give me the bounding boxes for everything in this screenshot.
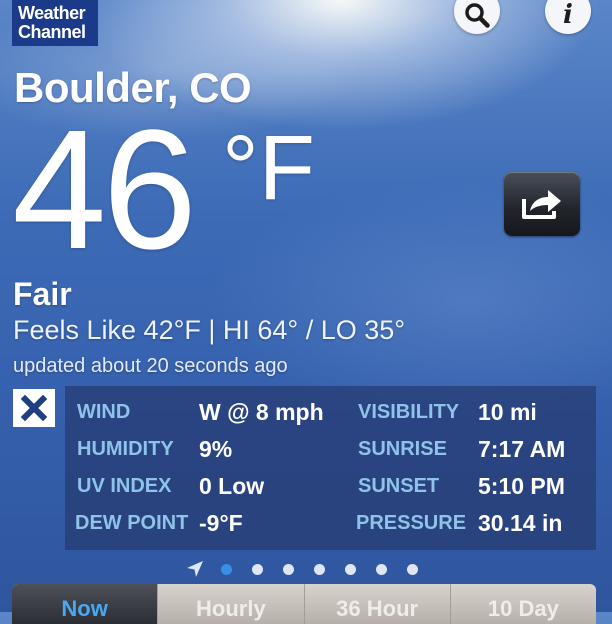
- detail-value-humidity: 9%: [199, 436, 233, 462]
- temperature-unit: °F: [222, 117, 315, 219]
- detail-value-sunset: 5:10 PM: [478, 473, 565, 499]
- feels-like-hi-lo: Feels Like 42°F | HI 64° / LO 35°: [13, 315, 406, 345]
- detail-label-pressure: PRESSURE: [356, 512, 467, 534]
- detail-value-pressure: 30.14 in: [478, 510, 563, 536]
- detail-label-uv-index: UV INDEX: [77, 475, 172, 497]
- search-button[interactable]: [454, 0, 500, 34]
- detail-label-humidity: HUMIDITY: [77, 438, 174, 460]
- page-indicator[interactable]: [186, 558, 438, 580]
- location-arrow-icon: [186, 560, 204, 578]
- tab-now[interactable]: Now: [12, 584, 159, 624]
- tab-36-hour[interactable]: 36 Hour: [305, 584, 451, 624]
- details-row: UV INDEX 0 Low SUNSET 5:10 PM: [65, 470, 596, 507]
- tab-10-day[interactable]: 10 Day: [451, 584, 596, 624]
- detail-label-visibility: VISIBILITY: [358, 401, 460, 423]
- details-panel: WIND W @ 8 mph VISIBILITY 10 mi HUMIDITY…: [65, 386, 596, 550]
- search-icon: [464, 2, 490, 28]
- forecast-tab-bar: Now Hourly 36 Hour 10 Day: [12, 584, 596, 624]
- page-dot[interactable]: [314, 563, 325, 575]
- info-icon: i: [563, 0, 573, 30]
- page-dot[interactable]: [345, 563, 356, 575]
- detail-label-sunrise: SUNRISE: [358, 438, 447, 460]
- close-details-button[interactable]: [13, 389, 55, 427]
- detail-value-dew-point: -9°F: [199, 510, 243, 536]
- updated-timestamp: updated about 20 seconds ago: [13, 355, 288, 377]
- detail-value-uv-index: 0 Low: [199, 473, 265, 499]
- weather-channel-logo: Weather Channel: [12, 0, 98, 46]
- detail-label-wind: WIND: [77, 401, 131, 423]
- current-temperature: 46: [12, 95, 197, 285]
- details-row: DEW POINT -9°F PRESSURE 30.14 in: [65, 507, 596, 544]
- detail-value-wind: W @ 8 mph: [199, 399, 324, 425]
- logo-line-1: Weather: [18, 3, 86, 23]
- detail-label-sunset: SUNSET: [358, 475, 440, 497]
- page-dot[interactable]: [221, 563, 232, 575]
- close-icon: [20, 394, 48, 422]
- page-dot[interactable]: [407, 563, 418, 575]
- share-icon: [520, 187, 564, 221]
- page-dot[interactable]: [376, 563, 387, 575]
- logo-line-2: Channel: [18, 22, 86, 42]
- condition-text: Fair: [13, 276, 72, 312]
- detail-value-sunrise: 7:17 AM: [478, 436, 566, 462]
- info-button[interactable]: i: [545, 0, 591, 34]
- details-row: HUMIDITY 9% SUNRISE 7:17 AM: [65, 433, 596, 470]
- share-button[interactable]: [504, 172, 580, 236]
- tab-hourly[interactable]: Hourly: [158, 584, 305, 624]
- details-row: WIND W @ 8 mph VISIBILITY 10 mi: [65, 396, 596, 433]
- detail-value-visibility: 10 mi: [478, 399, 537, 425]
- page-dot[interactable]: [252, 563, 263, 575]
- page-dot[interactable]: [283, 563, 294, 575]
- detail-label-dew-point: DEW POINT: [75, 512, 189, 534]
